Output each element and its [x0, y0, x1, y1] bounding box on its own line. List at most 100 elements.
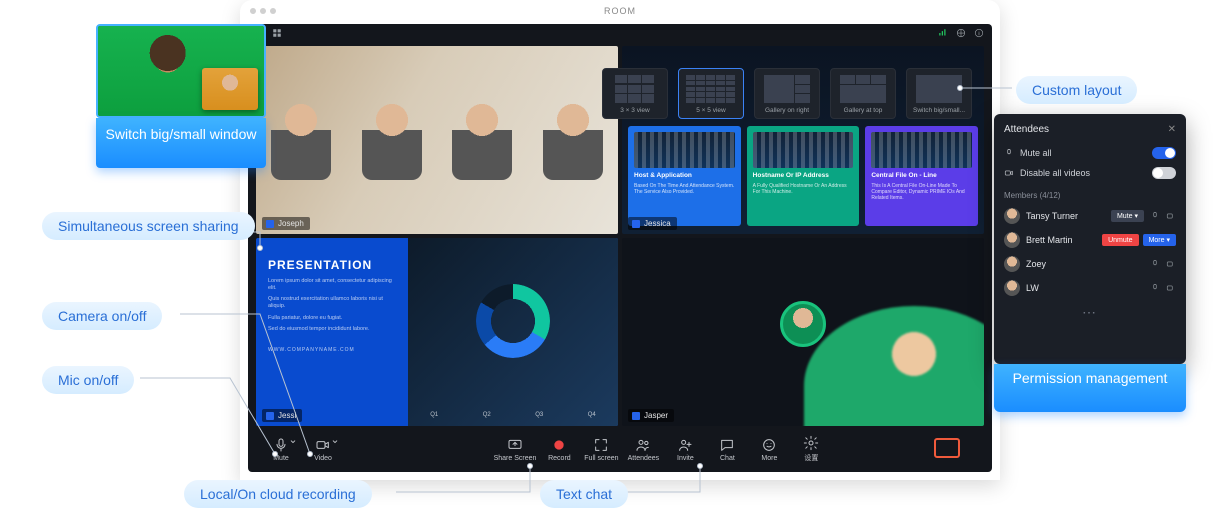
avatar — [1004, 280, 1020, 296]
card-title: Host & Application — [634, 172, 735, 179]
member-name: Brett Martin — [1026, 235, 1096, 245]
callout-switch-window: Switch big/small window — [96, 118, 266, 168]
layout-option-gallery-right[interactable]: Gallery on right — [754, 68, 820, 119]
invite-button[interactable]: Invite — [666, 437, 704, 462]
record-icon — [551, 437, 567, 453]
layout-option-label: Switch big/small... — [911, 107, 967, 114]
window-traffic-lights — [250, 8, 276, 14]
card-title: Central File On - Line — [871, 172, 972, 179]
settings-button[interactable]: 设置 — [792, 435, 830, 463]
participant-name: Jessica — [628, 217, 677, 230]
info-icon[interactable] — [974, 28, 984, 38]
button-label: Attendees — [628, 455, 660, 462]
card-desc: This Is A Central File On-Line Made To C… — [871, 183, 972, 201]
button-label: Full screen — [584, 455, 618, 462]
member-row: Zoey — [1004, 252, 1176, 276]
slide-text: Fulla pariatur, dolore eu fugiat. — [268, 315, 396, 322]
window-title: ROOM — [240, 0, 1000, 22]
toggle-label: Disable all videos — [1020, 168, 1090, 178]
share-screen-button[interactable]: Share Screen — [494, 437, 537, 462]
attendees-panel: Attendees ✕ Mute all Disable all videos … — [994, 114, 1186, 364]
avatar — [780, 301, 826, 347]
slide-text: Lorem ipsum dolor sit amet, consectetur … — [268, 278, 396, 292]
callout-custom-layout: Custom layout — [1016, 76, 1137, 104]
video-button[interactable]: Video — [304, 437, 342, 462]
app-topbar — [248, 24, 992, 42]
globe-icon[interactable] — [956, 28, 966, 38]
member-more-button[interactable]: More ▾ — [1143, 234, 1176, 246]
callout-camera: Camera on/off — [42, 302, 162, 330]
meeting-app: 3 × 3 view 5 × 5 view Gallery on right G… — [248, 24, 992, 472]
mic-icon[interactable] — [1150, 283, 1160, 293]
card-desc: Based On The Time And Attendance System.… — [634, 183, 735, 195]
member-name: LW — [1026, 283, 1144, 293]
signal-icon — [938, 28, 948, 38]
members-section-label: Members (4/12) — [1004, 191, 1176, 200]
layout-option-label: 3 × 3 view — [607, 107, 663, 114]
callout-screen-sharing: Simultaneous screen sharing — [42, 212, 255, 240]
gear-icon — [803, 435, 819, 451]
video-tile[interactable]: PRESENTATION Lorem ipsum dolor sit amet,… — [256, 238, 618, 426]
member-row: LW — [1004, 276, 1176, 300]
video-tile[interactable]: Jasper — [622, 238, 984, 426]
disable-videos-toggle[interactable] — [1152, 167, 1176, 179]
switch-window-thumbnail — [96, 24, 266, 118]
button-label: Share Screen — [494, 455, 537, 462]
layout-option-gallery-top[interactable]: Gallery at top — [830, 68, 896, 119]
member-unmute-button[interactable]: Unmute — [1102, 234, 1139, 246]
participant-name: Jasper — [628, 409, 674, 422]
slide-text: Quis nostrud exercitation ullamco labori… — [268, 296, 396, 310]
chevron-down-icon[interactable] — [290, 439, 296, 445]
card-title: Hostname Or IP Address — [753, 172, 854, 179]
button-label: Invite — [677, 455, 694, 462]
callout-chat: Text chat — [540, 480, 628, 508]
slide-text: Sed do eiusmod tempor incididunt labore. — [268, 326, 396, 333]
member-name: Tansy Turner — [1026, 211, 1105, 221]
callout-permission-management: Permission management — [994, 364, 1186, 412]
fullscreen-button[interactable]: Full screen — [582, 437, 620, 462]
camera-icon — [315, 437, 331, 453]
close-icon[interactable]: ✕ — [1168, 124, 1176, 135]
record-button[interactable]: Record — [540, 437, 578, 462]
more-button[interactable]: More — [750, 437, 788, 462]
video-tile[interactable]: Joseph — [256, 46, 618, 234]
member-row: Tansy Turner Mute ▾ — [1004, 204, 1176, 228]
layout-option-5x5[interactable]: 5 × 5 view — [678, 68, 744, 119]
layout-picker: 3 × 3 view 5 × 5 view Gallery on right G… — [602, 68, 972, 119]
member-row: Brett Martin Unmute More ▾ — [1004, 228, 1176, 252]
layout-option-3x3[interactable]: 3 × 3 view — [602, 68, 668, 119]
disable-videos-row: Disable all videos — [1004, 163, 1176, 183]
button-label: More — [761, 455, 777, 462]
chat-button[interactable]: Chat — [708, 437, 746, 462]
layout-option-label: Gallery at top — [835, 107, 891, 114]
callout-mic: Mic on/off — [42, 366, 134, 394]
mic-icon[interactable] — [1150, 259, 1160, 269]
mic-icon[interactable] — [1150, 211, 1160, 221]
layout-option-label: Gallery on right — [759, 107, 815, 114]
end-call-button[interactable] — [934, 438, 960, 458]
chevron-down-icon[interactable] — [332, 439, 338, 445]
camera-icon[interactable] — [1166, 211, 1176, 221]
grid-icon[interactable] — [272, 28, 282, 38]
avatar — [1004, 232, 1020, 248]
participant-name: Jessi — [262, 409, 302, 422]
layout-option-switch[interactable]: Switch big/small... — [906, 68, 972, 119]
camera-icon[interactable] — [1166, 283, 1176, 293]
chart-labels: Q1 Q2 Q3 Q4 — [408, 412, 618, 418]
attendees-button[interactable]: Attendees — [624, 437, 662, 462]
chat-icon — [719, 437, 735, 453]
member-mute-button[interactable]: Mute ▾ — [1111, 210, 1144, 222]
mute-all-toggle[interactable] — [1152, 147, 1176, 159]
avatar — [1004, 256, 1020, 272]
mute-button[interactable]: Mute — [262, 437, 300, 462]
button-label: Mute — [273, 455, 289, 462]
more-members-icon[interactable]: ⋯ — [1004, 304, 1176, 321]
add-user-icon — [677, 437, 693, 453]
callout-recording: Local/On cloud recording — [184, 480, 372, 508]
button-label: 设置 — [804, 453, 818, 463]
mic-icon — [273, 437, 289, 453]
button-label: Record — [548, 455, 571, 462]
camera-icon[interactable] — [1166, 259, 1176, 269]
fullscreen-icon — [593, 437, 609, 453]
card-desc: A Fully Qualified Hostname Or An Address… — [753, 183, 854, 195]
